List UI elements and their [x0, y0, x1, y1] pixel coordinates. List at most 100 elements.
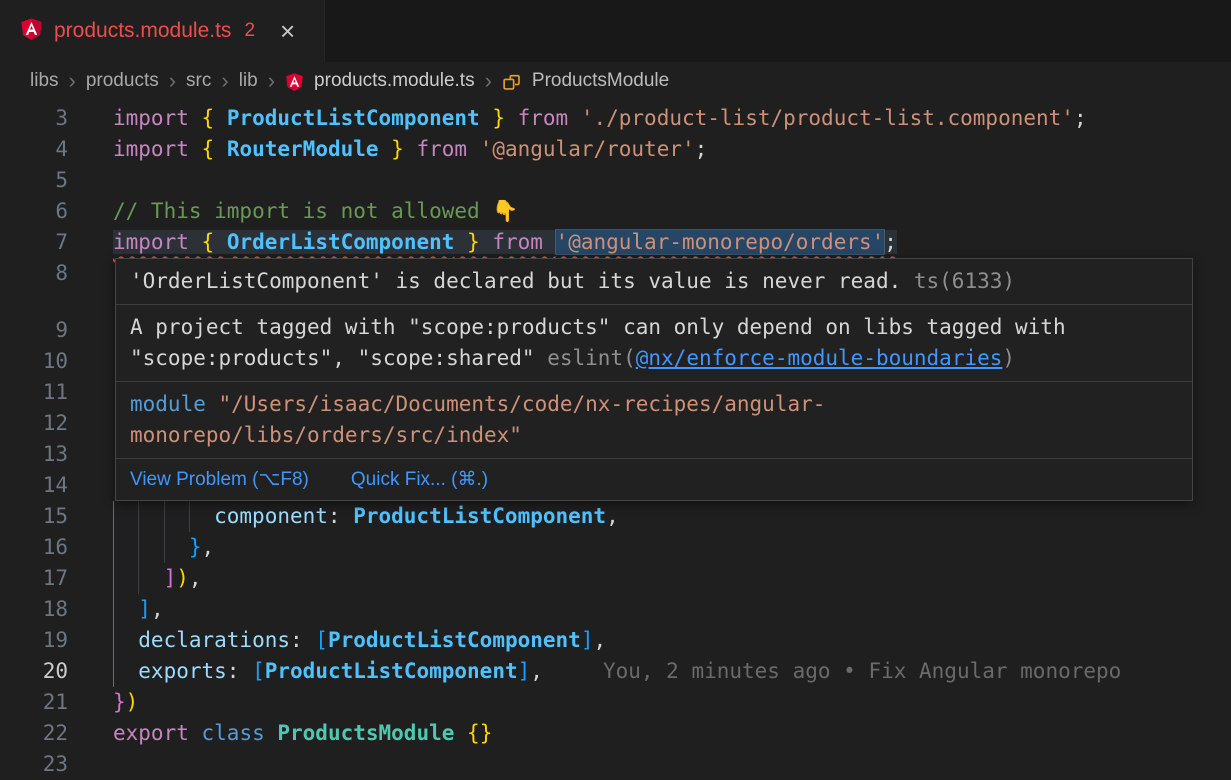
code-line[interactable]: 22export class ProductsModule {} [0, 718, 1231, 749]
code-line[interactable]: 21}) [0, 687, 1231, 718]
code-line[interactable]: 7import { OrderListComponent } from '@an… [0, 227, 1231, 258]
code-line[interactable]: 3import { ProductListComponent } from '.… [0, 103, 1231, 134]
code-token: ] [581, 628, 594, 652]
tab-title: products.module.ts [54, 19, 231, 43]
line-number[interactable]: 18 [0, 594, 113, 625]
breadcrumb-item-src[interactable]: src [186, 70, 211, 92]
code-content[interactable]: import { ProductListComponent } from './… [113, 103, 1231, 134]
code-token: {} [467, 721, 492, 745]
tab-problems-badge: 2 [244, 20, 255, 42]
code-line[interactable]: 23 [0, 749, 1231, 780]
indent-guide [138, 501, 163, 532]
line-number[interactable]: 8 [0, 258, 113, 289]
code-token: declarations [138, 628, 290, 652]
indent-guide [164, 532, 189, 563]
code-token: , [593, 628, 606, 652]
code-content[interactable]: ]), [113, 563, 1231, 594]
indent-guide [113, 532, 138, 563]
line-number[interactable]: 6 [0, 196, 113, 227]
tab-bar: products.module.ts 2 × [0, 0, 1231, 62]
breadcrumb-item-symbol[interactable]: ProductsModule [532, 70, 669, 92]
code-line[interactable]: 6// This import is not allowed 👇 [0, 196, 1231, 227]
code-token: 👇 [492, 199, 518, 223]
code-line[interactable]: 17]), [0, 563, 1231, 594]
diagnostic-underline[interactable]: import { OrderListComponent } from '@ang… [113, 230, 897, 254]
code-editor[interactable]: 3import { ProductListComponent } from '.… [0, 100, 1231, 780]
line-number[interactable]: 15 [0, 501, 113, 532]
indent-guide [164, 501, 189, 532]
line-number[interactable]: 20 [0, 656, 113, 687]
code-line[interactable]: 16}, [0, 532, 1231, 563]
code-content[interactable]: }, [113, 532, 1231, 563]
code-content[interactable]: ], [113, 594, 1231, 625]
hover-popup: 'OrderListComponent' is declared but its… [115, 258, 1193, 501]
line-number[interactable]: 23 [0, 749, 113, 780]
code-token: [ [315, 628, 328, 652]
line-number[interactable]: 16 [0, 532, 113, 563]
code-token: ProductListComponent [328, 628, 581, 652]
line-number[interactable]: 14 [0, 470, 113, 501]
git-blame-annotation: You, 2 minutes ago • Fix Angular monorep… [603, 659, 1121, 683]
breadcrumb-item-file[interactable]: products.module.ts [314, 70, 475, 92]
line-number[interactable]: 7 [0, 227, 113, 258]
code-content[interactable]: declarations: [ProductListComponent], [113, 625, 1231, 656]
vscode-window: products.module.ts 2 × libs › products ›… [0, 0, 1231, 780]
code-line[interactable]: 4import { RouterModule } from '@angular/… [0, 134, 1231, 165]
line-number[interactable]: 5 [0, 165, 113, 196]
code-content[interactable]: import { OrderListComponent } from '@ang… [113, 227, 1231, 258]
line-number[interactable]: 13 [0, 439, 113, 470]
code-token: '@angular-monorepo/orders' [556, 230, 885, 254]
code-token: ; [1074, 106, 1087, 130]
breadcrumb-item-lib[interactable]: lib [239, 70, 258, 92]
breadcrumb-item-libs[interactable]: libs [30, 70, 59, 92]
code-token: component [214, 504, 328, 528]
close-icon[interactable]: × [280, 18, 295, 44]
line-number[interactable]: 9 [0, 315, 113, 346]
code-line[interactable]: 20exports: [ProductListComponent],You, 2… [0, 656, 1231, 687]
code-content[interactable]: component: ProductListComponent, [113, 501, 1231, 532]
code-token: [ [252, 659, 265, 683]
code-token: export [113, 721, 202, 745]
quick-fix-link[interactable]: Quick Fix... (⌘.) [351, 468, 488, 491]
code-line[interactable]: 19declarations: [ProductListComponent], [0, 625, 1231, 656]
line-number[interactable]: 11 [0, 377, 113, 408]
code-token: ; [695, 137, 708, 161]
breadcrumb-item-products[interactable]: products [86, 70, 159, 92]
code-token: './product-list/product-list.component' [581, 106, 1074, 130]
code-content[interactable]: exports: [ProductListComponent],You, 2 m… [113, 656, 1231, 687]
code-token: , [202, 535, 215, 559]
code-token: { [202, 106, 227, 130]
line-number[interactable]: 12 [0, 408, 113, 439]
tab-products-module[interactable]: products.module.ts 2 × [0, 0, 325, 62]
code-content[interactable]: // This import is not allowed 👇 [113, 196, 1231, 227]
line-number[interactable]: 10 [0, 346, 113, 377]
indent-guide [113, 594, 138, 625]
code-token: ProductListComponent [227, 106, 480, 130]
code-token: , [151, 597, 164, 621]
code-token: from [492, 230, 555, 254]
line-number[interactable]: 17 [0, 563, 113, 594]
code-token: // This import is not allowed [113, 199, 492, 223]
line-number[interactable]: 3 [0, 103, 113, 134]
line-number[interactable]: 22 [0, 718, 113, 749]
code-content[interactable]: import { RouterModule } from '@angular/r… [113, 134, 1231, 165]
line-number[interactable]: 4 [0, 134, 113, 165]
code-line[interactable]: 5 [0, 165, 1231, 196]
eslint-rule-link[interactable]: @nx/enforce-module-boundaries [636, 346, 1003, 370]
chevron-right-icon: › [221, 71, 228, 91]
module-path-line1: "/Users/isaac/Documents/code/nx-recipes/… [206, 392, 826, 416]
code-token: } [454, 230, 492, 254]
chevron-right-icon: › [69, 71, 76, 91]
code-token: ProductsModule [277, 721, 454, 745]
view-problem-link[interactable]: View Problem (⌥F8) [130, 468, 309, 491]
line-number[interactable]: 21 [0, 687, 113, 718]
code-line[interactable]: 18], [0, 594, 1231, 625]
indent-guide [113, 656, 138, 687]
code-content[interactable]: export class ProductsModule {} [113, 718, 1231, 749]
eslint-source-close: ) [1002, 346, 1015, 370]
code-line[interactable]: 15component: ProductListComponent, [0, 501, 1231, 532]
code-token: ; [884, 230, 897, 254]
code-content[interactable]: }) [113, 687, 1231, 718]
line-number[interactable]: 19 [0, 625, 113, 656]
code-token: exports [138, 659, 227, 683]
